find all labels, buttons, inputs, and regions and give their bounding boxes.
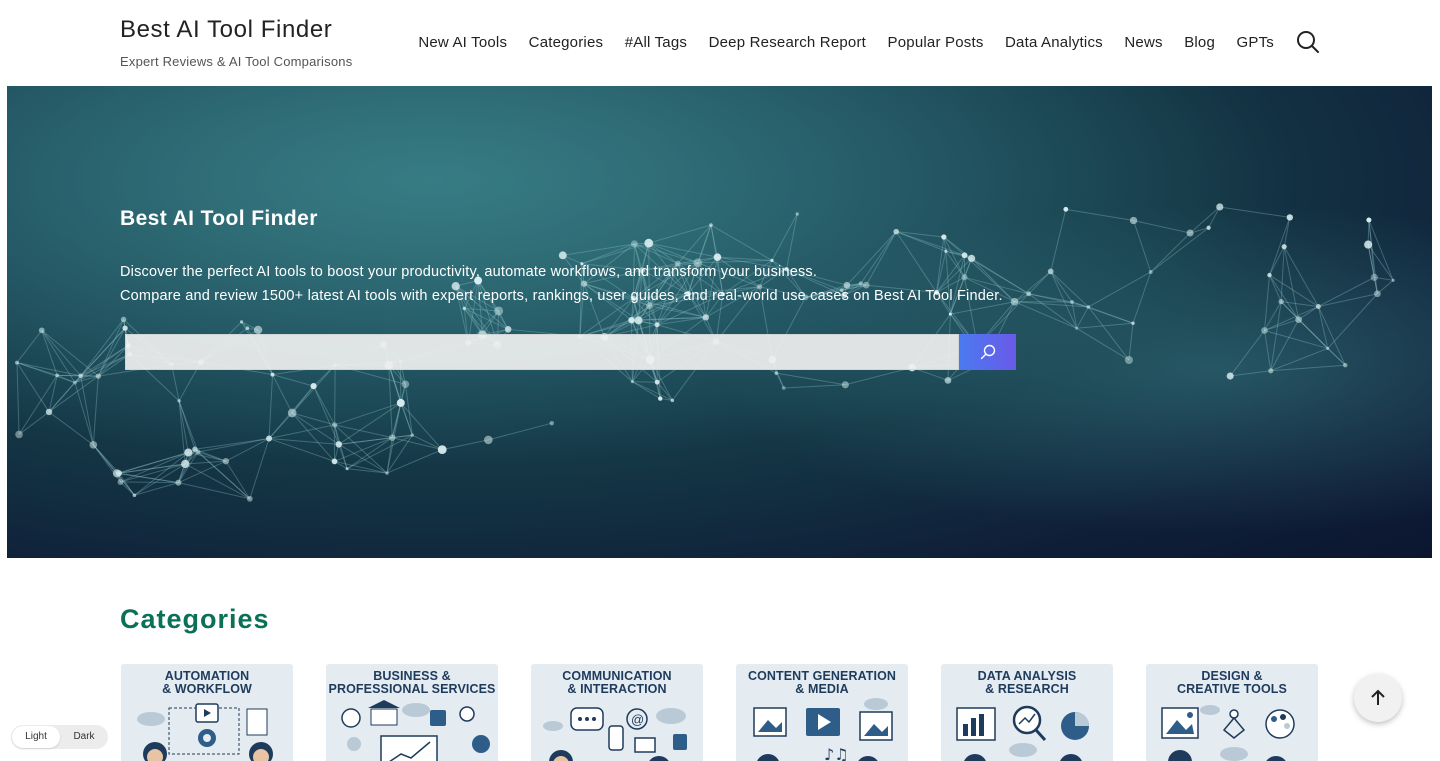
design-creative-illustration-icon <box>1161 705 1295 761</box>
site-tagline: Expert Reviews & AI Tool Comparisons <box>120 54 353 69</box>
category-card-data-analysis-research[interactable]: DATA ANALYSIS & RESEARCH <box>941 664 1113 761</box>
hero-description: Discover the perfect AI tools to boost y… <box>120 260 1003 308</box>
nav-data-analytics[interactable]: Data Analytics <box>1005 34 1103 51</box>
hero-description-line-1: Discover the perfect AI tools to boost y… <box>120 264 818 280</box>
categories-heading: Categories <box>120 604 270 634</box>
search-icon <box>980 344 995 360</box>
theme-light-option[interactable]: Light <box>12 726 60 748</box>
nav-all-tags[interactable]: #All Tags <box>625 34 687 51</box>
content-media-illustration-icon: ♪♫ <box>753 698 893 761</box>
site-header: Best AI Tool Finder Expert Reviews & AI … <box>0 0 1440 86</box>
category-card-automation-workflow[interactable]: AUTOMATION & WORKFLOW <box>121 664 293 761</box>
main-nav: New AI Tools Categories #All Tags Deep R… <box>397 34 1274 51</box>
category-card-design-creative-tools[interactable]: DESIGN & CREATIVE TOOLS <box>1146 664 1318 761</box>
data-analysis-illustration-icon <box>956 705 1089 761</box>
nav-gpts[interactable]: GPTs <box>1237 34 1274 51</box>
arrow-up-icon <box>1371 689 1385 705</box>
theme-toggle: Light Dark <box>11 725 108 749</box>
nav-categories[interactable]: Categories <box>529 34 604 51</box>
nav-popular-posts[interactable]: Popular Posts <box>888 34 984 51</box>
theme-dark-option[interactable]: Dark <box>60 726 108 748</box>
network-nodes-image <box>7 86 1432 558</box>
category-card-communication-interaction[interactable]: COMMUNICATION & INTERACTION @ <box>531 664 703 761</box>
category-card-content-generation-media[interactable]: CONTENT GENERATION & MEDIA ♪♫ <box>736 664 908 761</box>
communication-illustration-icon: @ <box>543 707 687 761</box>
nav-deep-research-report[interactable]: Deep Research Report <box>709 34 866 51</box>
back-to-top-button[interactable] <box>1354 674 1402 722</box>
business-illustration-icon <box>341 700 490 761</box>
site-title-link[interactable]: Best AI Tool Finder <box>120 16 352 44</box>
automation-illustration-icon <box>137 703 273 761</box>
categories-grid: AUTOMATION & WORKFLOW BUSINESS & PROFESSIO… <box>121 664 1318 761</box>
hero-title: Best AI Tool Finder <box>120 207 318 230</box>
hero-search-form <box>125 334 1016 370</box>
category-card-business-professional-services[interactable]: BUSINESS & PROFESSIONAL SERVICES <box>326 664 498 761</box>
nav-blog[interactable]: Blog <box>1184 34 1215 51</box>
nav-news[interactable]: News <box>1124 34 1162 51</box>
search-icon[interactable] <box>1296 30 1320 54</box>
svg-text:@: @ <box>631 712 644 727</box>
svg-text:♪♫: ♪♫ <box>824 745 849 761</box>
nav-new-ai-tools[interactable]: New AI Tools <box>418 34 507 51</box>
hero-search-input[interactable] <box>125 334 959 370</box>
hero-description-line-2: Compare and review 1500+ latest AI tools… <box>120 288 1003 304</box>
hero-banner: Best AI Tool Finder Discover the perfect… <box>7 86 1432 558</box>
hero-search-button[interactable] <box>959 334 1016 370</box>
brand: Best AI Tool Finder Expert Reviews & AI … <box>120 16 352 69</box>
